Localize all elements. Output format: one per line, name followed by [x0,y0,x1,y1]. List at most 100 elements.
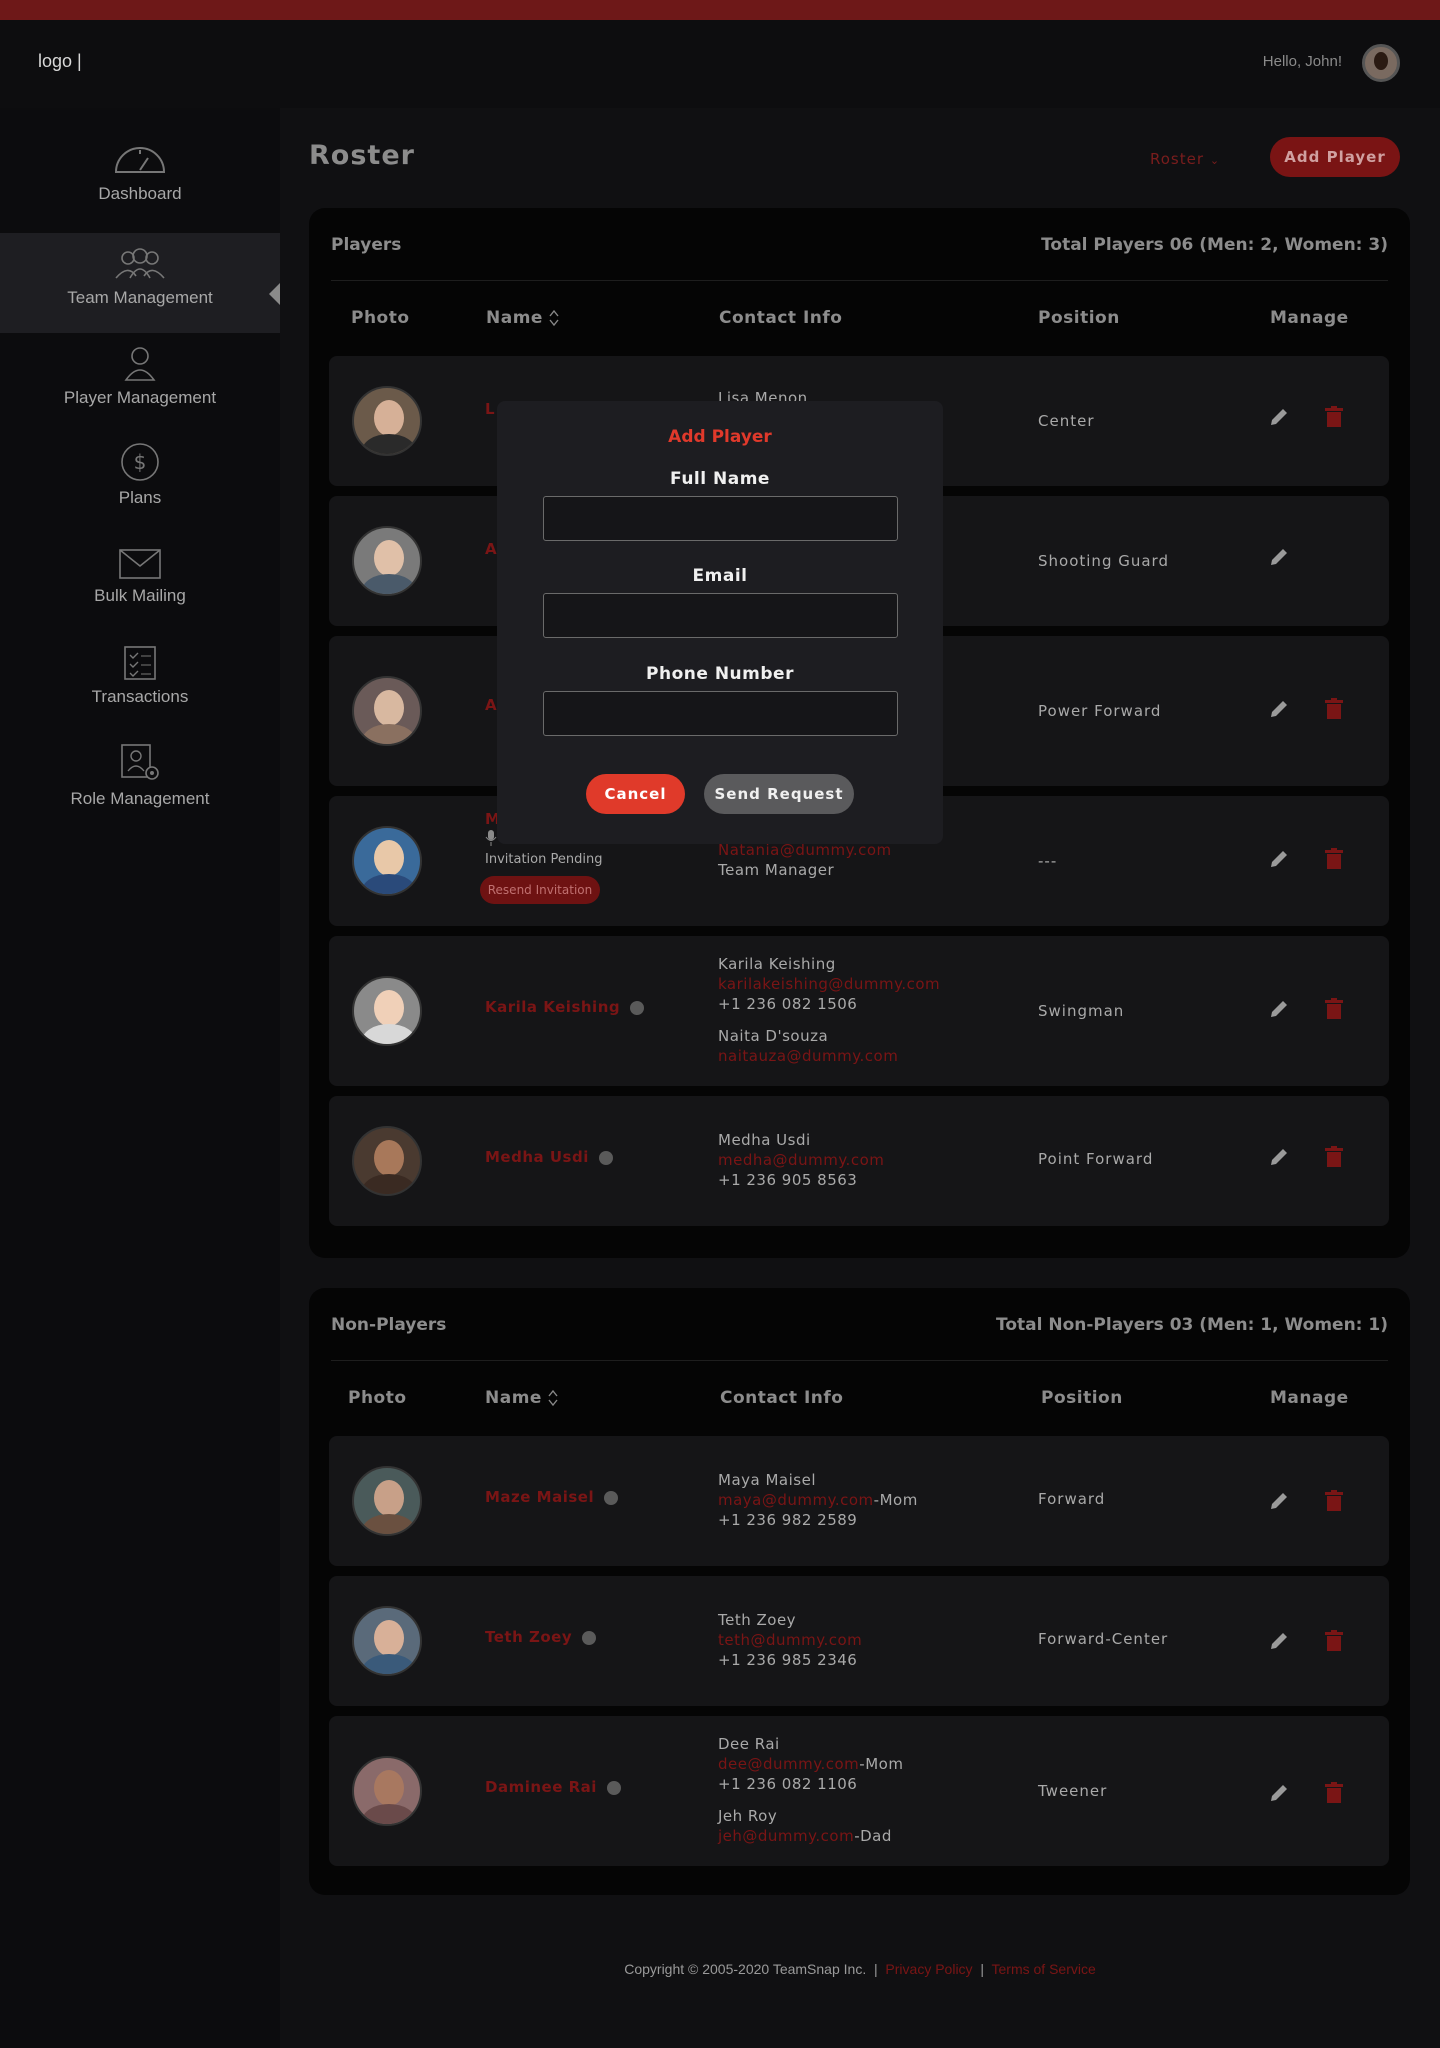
trash-icon[interactable] [1325,1146,1343,1168]
position: Power Forward [1038,702,1162,720]
player-name[interactable]: Maze Maisel [485,1488,619,1506]
trash-icon[interactable] [1325,406,1343,428]
player-name[interactable]: L [485,400,495,418]
invitation-status: Invitation Pending [485,852,603,867]
player-name[interactable]: Medha Usdi [485,1148,613,1166]
terms-of-service-link[interactable]: Terms of Service [992,1961,1096,1977]
trash-icon[interactable] [1325,848,1343,870]
edit-icon[interactable] [1268,406,1290,428]
sidebar-item-label: Plans [118,488,162,507]
contact-info: Karila Keishing karilakeishing@dummy.com… [718,955,941,1065]
sort-icon[interactable] [548,1390,558,1406]
edit-icon[interactable] [1268,1146,1290,1168]
footer: Copyright © 2005-2020 TeamSnap Inc. | Pr… [624,1961,1096,1977]
divider [331,1360,1388,1361]
position: Forward [1038,1490,1106,1508]
full-name-input[interactable] [543,496,898,541]
checklist-icon [124,646,156,680]
modal-title: Add Player [668,427,772,447]
copyright: Copyright © 2005-2020 TeamSnap Inc. [624,1961,867,1977]
send-request-button[interactable]: Send Request [704,774,854,814]
contact-info: Medha Usdi medha@dummy.com +1 236 905 85… [718,1131,885,1189]
col-contact: Contact Info [720,1388,844,1408]
sidebar-item-label: Dashboard [98,184,182,203]
players-total: Total Players 06 (Men: 2, Women: 3) [1041,235,1388,255]
player-photo [352,1606,422,1676]
edit-icon[interactable] [1268,1630,1290,1652]
greeting-text: Hello, John! [1262,53,1342,70]
main-content: Roster Roster ⌄ Add Player Players Total… [280,108,1440,2048]
edit-icon[interactable] [1268,848,1290,870]
sidebar-item-label: Bulk Mailing [94,586,186,605]
sidebar-item-bulk-mailing[interactable]: Bulk Mailing [0,548,280,618]
player-name[interactable]: Teth Zoey [485,1628,597,1646]
divider [331,280,1388,281]
players-title: Players [331,235,402,255]
top-accent-bar [0,0,1440,20]
team-icon [115,248,165,279]
verified-icon [598,1150,613,1165]
player-photo [352,826,422,896]
position: Forward-Center [1038,1630,1169,1648]
privacy-policy-link[interactable]: Privacy Policy [885,1961,972,1977]
contact-info: Teth Zoey teth@dummy.com +1 236 985 2346 [718,1611,863,1669]
sidebar-item-role-management[interactable]: Role Management [0,743,280,813]
edit-icon[interactable] [1268,546,1290,568]
edit-icon[interactable] [1268,1490,1290,1512]
resend-invitation-button[interactable]: Resend Invitation [480,876,600,904]
col-photo: Photo [348,1388,407,1408]
svg-text:$: $ [134,450,147,474]
position: --- [1038,852,1058,870]
col-contact: Contact Info [719,308,843,328]
player-name[interactable]: Karila Keishing [485,998,645,1016]
mail-icon [119,549,161,579]
trash-icon[interactable] [1325,1630,1343,1652]
sidebar-item-team-management[interactable]: Team Management [0,233,280,333]
player-photo [352,526,422,596]
contact-info: Natania@dummy.com Team Manager [718,841,892,879]
col-manage: Manage [1270,308,1349,328]
add-player-button[interactable]: Add Player [1270,137,1400,177]
player-name[interactable]: A [485,696,497,714]
mic-icon [485,830,497,846]
col-position: Position [1038,308,1120,328]
table-row: Medha Usdi Medha Usdi medha@dummy.com +1… [329,1096,1389,1226]
roster-view-select[interactable]: Roster ⌄ [1150,150,1220,168]
cancel-button[interactable]: Cancel [586,774,685,814]
player-photo [352,386,422,456]
sidebar-item-player-management[interactable]: Player Management [0,346,280,416]
col-name[interactable]: Name [485,1388,558,1408]
sidebar-item-label: Role Management [70,789,210,808]
trash-icon[interactable] [1325,698,1343,720]
edit-icon[interactable] [1268,1782,1290,1804]
col-name[interactable]: Name [486,308,559,328]
player-photo [352,1466,422,1536]
role-gear-icon [121,744,159,780]
table-row: Daminee Rai Dee Rai dee@dummy.com-Mom +1… [329,1716,1389,1866]
sidebar-item-dashboard[interactable]: Dashboard [0,138,280,208]
logo[interactable]: logo | [38,51,82,72]
trash-icon[interactable] [1325,1490,1343,1512]
player-name[interactable]: Daminee Rai [485,1778,621,1796]
app-header: logo | Hello, John! [0,20,1440,108]
contact-info: Dee Rai dee@dummy.com-Mom +1 236 082 110… [718,1735,904,1845]
player-name[interactable]: A [485,540,497,558]
position: Center [1038,412,1095,430]
sidebar-item-plans[interactable]: $ Plans [0,442,280,512]
edit-icon[interactable] [1268,698,1290,720]
person-icon [124,347,156,381]
active-indicator [269,283,280,305]
user-avatar[interactable] [1362,44,1400,82]
phone-label: Phone Number [646,664,794,684]
table-row: Maze Maisel Maya Maisel maya@dummy.com-M… [329,1436,1389,1566]
page-title: Roster [309,140,415,171]
sidebar-item-transactions[interactable]: Transactions [0,645,280,715]
trash-icon[interactable] [1325,998,1343,1020]
sort-icon[interactable] [549,310,559,326]
phone-input[interactable] [543,691,898,736]
edit-icon[interactable] [1268,998,1290,1020]
email-input[interactable] [543,593,898,638]
table-row: Karila Keishing Karila Keishing karilake… [329,936,1389,1086]
chevron-down-icon: ⌄ [1209,154,1221,167]
trash-icon[interactable] [1325,1782,1343,1804]
